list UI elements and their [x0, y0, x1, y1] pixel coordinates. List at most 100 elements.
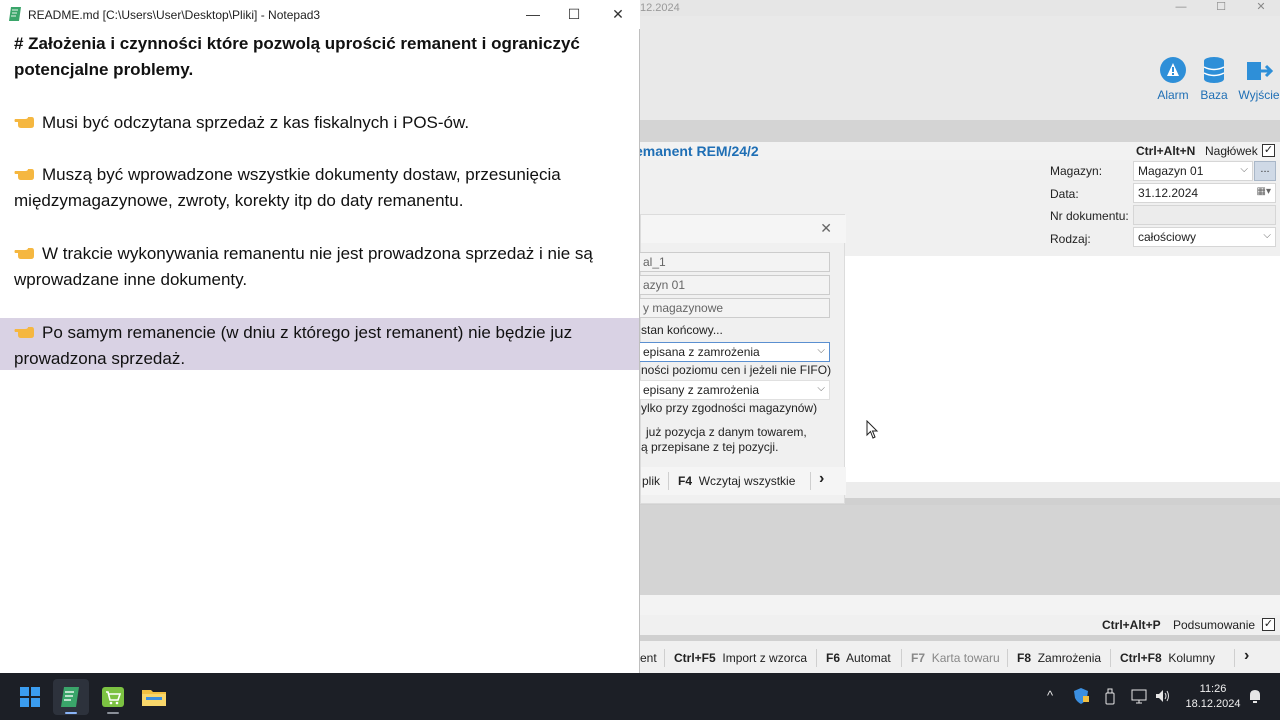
header-shortcut: Ctrl+Alt+N: [1136, 144, 1196, 158]
dialog-select-1[interactable]: episana z zamrożenia ⌵: [640, 342, 830, 362]
nr-dokumentu-label: Nr dokumentu:: [1050, 209, 1129, 223]
maximize-button[interactable]: ☐: [552, 0, 596, 29]
erp-title-text: 12.2024: [640, 2, 680, 14]
rodzaj-label: Rodzaj:: [1050, 232, 1091, 246]
baza-button[interactable]: Baza: [1189, 56, 1239, 102]
taskbar-notepad3[interactable]: [53, 679, 89, 715]
network-icon[interactable]: [1130, 687, 1148, 705]
clock-date: 18.12.2024: [1185, 698, 1241, 710]
heading-line-1: # Założenia i czynności które pozwolą up…: [14, 34, 580, 53]
wyjscie-button[interactable]: Wyjście: [1234, 56, 1280, 102]
fkey-separator: [1234, 649, 1235, 667]
rodzaj-value: całościowy: [1138, 230, 1197, 244]
dialog-input-3[interactable]: y magazynowe: [640, 298, 830, 318]
shopping-cart-icon: [102, 687, 124, 714]
erp-minimize-button[interactable]: —: [1166, 0, 1196, 16]
mouse-cursor-icon: [866, 420, 879, 439]
pointing-hand-icon: [14, 248, 34, 259]
dialog-stan-koncowy[interactable]: stan końcowy...: [641, 323, 723, 337]
notification-bell-icon[interactable]: [1246, 687, 1264, 705]
magazyn-label: Magazyn:: [1050, 164, 1103, 178]
grid-footer-row: [845, 482, 1280, 498]
nr-dokumentu-field[interactable]: [1133, 205, 1276, 225]
pointing-hand-icon: [14, 117, 34, 128]
exit-icon: [1247, 62, 1274, 80]
summary-label: Podsumowanie: [1173, 618, 1256, 632]
bullet-line-4: Po samym remanencie (w dniu z którego je…: [14, 323, 572, 343]
function-key-bar: ent Ctrl+F5 Import z wzorca F6 Automat F…: [640, 640, 1280, 673]
dialog-select-2[interactable]: episany z zamrożenia ⌵: [640, 380, 830, 400]
taskbar-file-explorer[interactable]: [136, 679, 172, 715]
erp-close-button[interactable]: ✕: [1246, 0, 1276, 16]
fkey-import-z-wzorca[interactable]: Ctrl+F5 Import z wzorca: [674, 651, 807, 665]
chevron-down-icon: ⌵: [1240, 164, 1248, 175]
chevron-down-icon: ⌵: [817, 383, 825, 394]
minimize-button[interactable]: —: [511, 0, 555, 29]
taskbar: ^: [0, 673, 1280, 720]
pointing-hand-icon: [14, 169, 34, 180]
notepad-title: README.md [C:\Users\User\Desktop\Pliki] …: [28, 8, 321, 22]
fkey-automat[interactable]: F6 Automat: [826, 651, 891, 665]
bullet-line-4-cont: prowadzona sprzedaż.: [14, 349, 186, 368]
dialog-next-button[interactable]: ›: [819, 470, 824, 488]
erp-toolbar: Alarm Baza Wyjście: [640, 16, 1280, 120]
security-shield-icon[interactable]: [1072, 687, 1090, 705]
data-label: Data:: [1050, 187, 1079, 201]
dialog-wczytaj-wszystkie-button[interactable]: F4 Wczytaj wszystkie: [678, 474, 795, 488]
calendar-icon[interactable]: ▦▾: [1257, 186, 1271, 197]
taskbar-clock[interactable]: 11:26 18.12.2024: [1182, 682, 1244, 712]
magazyn-value: Magazyn 01: [1138, 164, 1204, 178]
chevron-down-icon: ⌵: [1263, 230, 1271, 241]
magazyn-more-button[interactable]: ...: [1254, 161, 1276, 181]
tray-overflow-chevron-icon[interactable]: ^: [1041, 687, 1059, 705]
fkey-zamrozenia[interactable]: F8 Zamrożenia: [1017, 651, 1101, 665]
erp-maximize-button[interactable]: ☐: [1206, 0, 1236, 16]
bullet-line-2-cont: międzymagazynowe, zwroty, korekty itp do…: [14, 191, 464, 210]
close-button[interactable]: ✕: [596, 0, 640, 29]
magazyn-select[interactable]: Magazyn 01 ⌵: [1133, 161, 1253, 181]
baza-label: Baza: [1200, 88, 1228, 102]
dialog-input-2[interactable]: azyn 01: [640, 275, 830, 295]
fkey-separator: [664, 649, 665, 667]
data-field[interactable]: 31.12.2024 ▦▾: [1133, 183, 1276, 203]
header-toggle-checkbox[interactable]: ✓: [1262, 144, 1275, 157]
lower-white-strip: [640, 595, 1280, 615]
fkey-separator: [816, 649, 817, 667]
usb-device-icon[interactable]: [1101, 687, 1119, 705]
positions-grid[interactable]: [845, 256, 1280, 482]
fkey-karta-towaru[interactable]: F7 Karta towaru: [911, 651, 1000, 665]
notepad-window: README.md [C:\Users\User\Desktop\Pliki] …: [0, 0, 640, 673]
dialog-input-1[interactable]: al_1: [640, 252, 830, 272]
header-toggle-label: Nagłówek: [1205, 144, 1258, 158]
chevron-down-icon: ⌵: [817, 345, 825, 356]
dialog-close-button[interactable]: ✕: [820, 220, 832, 237]
volume-icon[interactable]: [1154, 687, 1172, 705]
bullet-line-1: Musi być odczytana sprzedaż z kas fiskal…: [14, 113, 469, 133]
editor-area[interactable]: # Założenia i czynności które pozwolą up…: [0, 29, 639, 673]
fkeys-next-button[interactable]: ›: [1244, 647, 1249, 665]
fkey-kolumny[interactable]: Ctrl+F8 Kolumny: [1120, 651, 1215, 665]
notepad3-app-icon: [9, 7, 21, 21]
heading-line-2: potencjalne problemy.: [14, 60, 194, 79]
erp-window: 12.2024 — ☐ ✕ Alarm Baza Wyjście emanent…: [640, 0, 1280, 673]
fkey-ent[interactable]: ent: [640, 651, 657, 665]
rodzaj-select[interactable]: całościowy ⌵: [1133, 227, 1276, 247]
dialog-note-1: ności poziomu cen i jeżeli nie FIFO): [641, 363, 832, 377]
pointing-hand-icon: [14, 327, 34, 338]
start-button[interactable]: [12, 679, 48, 715]
bullet-line-2: Muszą być wprowadzone wszystkie dokument…: [14, 165, 561, 185]
clock-time: 11:26: [1199, 683, 1227, 695]
erp-titlebar: 12.2024 — ☐ ✕: [640, 0, 1280, 16]
import-dialog: ✕ al_1 azyn 01 y magazynowe stan końcowy…: [640, 214, 846, 504]
notepad-titlebar[interactable]: README.md [C:\Users\User\Desktop\Pliki] …: [0, 0, 640, 29]
dialog-select-1-value: episana z zamrożenia: [643, 345, 760, 359]
summary-checkbox[interactable]: ✓: [1262, 618, 1275, 631]
taskbar-shop-app[interactable]: [95, 679, 131, 715]
dialog-header: ✕: [641, 215, 846, 243]
fkey-separator: [901, 649, 902, 667]
notepad3-icon: [61, 687, 79, 714]
database-icon: [1203, 57, 1225, 83]
fkey-separator: [1007, 649, 1008, 667]
alarm-icon: [1160, 57, 1186, 83]
dialog-plik-button[interactable]: plik: [642, 474, 660, 488]
